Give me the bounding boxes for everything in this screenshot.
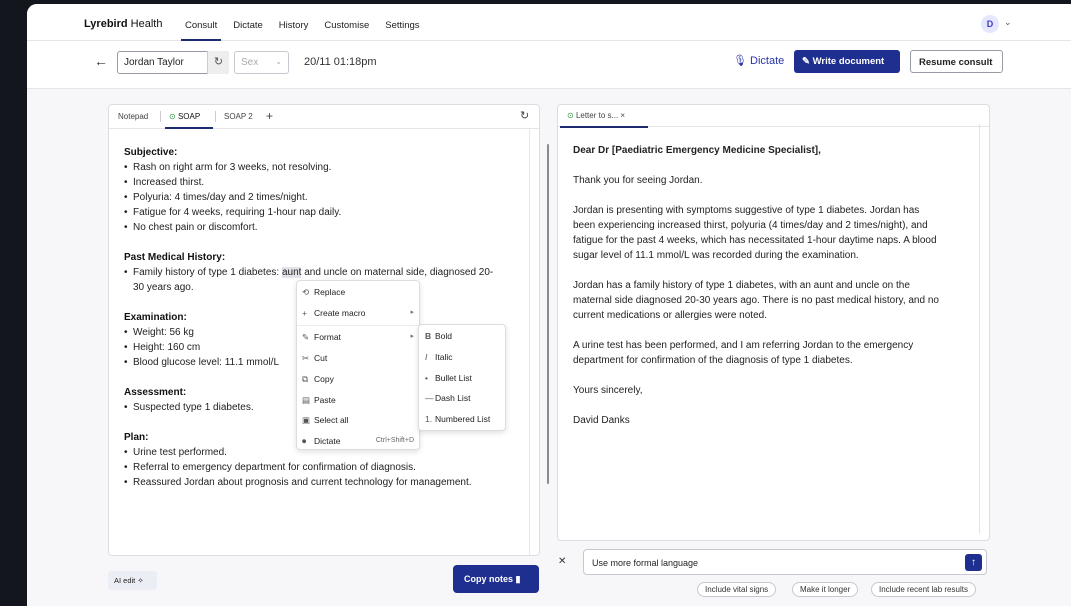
list-item: Fatigue for 4 weeks, requiring 1-hour na… (124, 205, 493, 220)
ai-edit-button[interactable]: AI edit ✧ (108, 571, 157, 590)
document-edit-icon: ✎ (802, 56, 810, 67)
menu-item-paste[interactable]: ▤ Paste (302, 395, 416, 409)
add-tab-button[interactable]: + (266, 109, 273, 123)
clipboard-icon: ▤ (302, 395, 311, 405)
consult-toolbar: ← Jordan Taylor ↻ Sex ⌄ 20/11 01:18pm 🎙 D… (27, 41, 1071, 89)
nav-consult[interactable]: Consult (177, 4, 225, 41)
dictate-button[interactable]: 🎙 Dictate (733, 54, 784, 67)
check-circle-icon: ⊙ (169, 112, 176, 121)
suggestion-chip[interactable]: Include recent lab results (871, 582, 976, 597)
menu-item-numbered-list[interactable]: 1. Numbered List (425, 414, 490, 424)
send-arrow-icon[interactable]: ↑ (965, 554, 982, 571)
notes-tabs: Notepad ⊙ SOAP SOAP 2 + ↻ (109, 105, 539, 129)
menu-item-dictate[interactable]: ⏺ Dictate Ctrl+Shift+D (302, 436, 416, 450)
tab-letter[interactable]: ⊙ Letter to s... × (567, 111, 625, 120)
list-item: Reassured Jordan about prognosis and cur… (124, 475, 493, 490)
avatar[interactable]: D (981, 15, 999, 33)
menu-item-bold[interactable]: B Bold (425, 331, 452, 341)
letter-content[interactable]: Dear Dr [Paediatric Emergency Medicine S… (573, 143, 973, 443)
menu-item-bullet-list[interactable]: • Bullet List (425, 373, 472, 383)
replace-icon: ⟲ (302, 287, 310, 297)
nav-settings[interactable]: Settings (377, 4, 427, 41)
resume-consult-button[interactable]: Resume consult (910, 50, 1003, 73)
write-document-button[interactable]: ✎ Write document (794, 50, 900, 73)
mic-icon: ⏺ (302, 436, 307, 446)
sparkle-icon: ✧ (137, 576, 144, 585)
close-icon[interactable]: ✕ (558, 556, 566, 567)
section-heading: Past Medical History: (124, 252, 226, 263)
copy-notes-button[interactable]: Copy notes ▮ (453, 565, 539, 593)
refresh-icon[interactable]: ↻ (520, 109, 529, 122)
list-item: Increased thirst. (124, 175, 493, 190)
menu-item-copy[interactable]: ⧉ Copy (302, 374, 416, 388)
italic-icon: I (425, 352, 428, 362)
tab-soap[interactable]: ⊙ SOAP (169, 112, 200, 121)
context-menu: ⟲ Replace + Create macro ▸ ✎ Format ▸ ✂ Cut ⧉ C… (296, 280, 420, 450)
nav-dictate[interactable]: Dictate (225, 4, 271, 41)
suggestion-chip[interactable]: Make it longer (792, 582, 859, 597)
plus-icon: + (302, 308, 307, 318)
letter-closing: Yours sincerely, (573, 385, 643, 396)
menu-item-dash-list[interactable]: — Dash List (425, 393, 470, 403)
tab-soap-2[interactable]: SOAP 2 (224, 112, 253, 121)
chevron-down-icon: ⌄ (275, 57, 282, 66)
close-icon[interactable]: × (620, 111, 625, 120)
list-item: Polyuria: 4 times/day and 2 times/night. (124, 190, 493, 205)
letter-salutation: Dear Dr [Paediatric Emergency Medicine S… (573, 145, 821, 156)
nav-customise[interactable]: Customise (316, 4, 377, 41)
tab-notepad[interactable]: Notepad (118, 112, 148, 121)
mic-icon: 🎙 (733, 55, 747, 67)
letter-paragraph: Jordan is presenting with symptoms sugge… (573, 205, 937, 261)
brand-logo[interactable]: Lyrebird Health (84, 18, 162, 30)
menu-item-format[interactable]: ✎ Format ▸ (302, 332, 416, 346)
refresh-icon[interactable]: ↻ (207, 51, 229, 74)
menu-item-create-macro[interactable]: + Create macro ▸ (302, 308, 416, 322)
copy-icon: ⧉ (302, 374, 309, 384)
selected-text: aunt (281, 267, 302, 278)
scrollbar[interactable] (547, 144, 549, 484)
bullet-icon: • (425, 373, 428, 383)
letter-tabs: ⊙ Letter to s... × (558, 105, 989, 128)
letter-panel: ⊙ Letter to s... × Dear Dr [Paediatric E… (557, 104, 990, 541)
pen-icon: ✎ (302, 332, 310, 342)
letter-signature: David Danks (573, 415, 630, 426)
letter-paragraph: A urine test has been performed, and I a… (573, 340, 914, 366)
menu-item-select-all[interactable]: ▣ Select all (302, 415, 416, 429)
app-window: Lyrebird Health Consult Dictate History … (27, 4, 1071, 606)
chevron-down-icon[interactable]: ⌄ (1004, 17, 1012, 28)
top-navigation: Lyrebird Health Consult Dictate History … (27, 4, 1071, 41)
sex-select[interactable]: Sex ⌄ (234, 51, 289, 74)
scissors-icon: ✂ (302, 353, 310, 363)
dash-icon: — (425, 393, 434, 403)
back-arrow-icon[interactable]: ← (94, 53, 108, 69)
list-item: No chest pain or discomfort. (124, 220, 493, 235)
menu-item-replace[interactable]: ⟲ Replace (302, 287, 416, 301)
bold-icon: B (425, 331, 432, 341)
list-item: Rash on right arm for 3 weeks, not resol… (124, 160, 493, 175)
check-circle-icon: ⊙ (567, 111, 574, 120)
letter-paragraph: Jordan has a family history of type 1 di… (573, 280, 939, 321)
nav-history[interactable]: History (271, 4, 317, 41)
chevron-right-icon: ▸ (410, 333, 414, 340)
consult-datetime: 20/11 01:18pm (304, 56, 377, 68)
suggestion-chip[interactable]: Include vital signs (697, 582, 777, 597)
section-heading: Subjective: (124, 147, 178, 158)
number-icon: 1. (425, 414, 433, 424)
letter-paragraph: Thank you for seeing Jordan. (573, 175, 703, 186)
copy-icon: ▮ (515, 574, 521, 584)
ai-edit-input[interactable]: Use more formal language ↑ (583, 549, 987, 575)
menu-item-cut[interactable]: ✂ Cut (302, 353, 416, 367)
list-item: Referral to emergency department for con… (124, 460, 493, 475)
scrollbar[interactable] (979, 124, 980, 534)
chevron-right-icon: ▸ (410, 309, 414, 316)
menu-item-italic[interactable]: I Italic (425, 352, 452, 362)
format-submenu: B Bold I Italic • Bullet List — Dash List 1.… (418, 324, 506, 431)
select-all-icon: ▣ (302, 415, 311, 425)
